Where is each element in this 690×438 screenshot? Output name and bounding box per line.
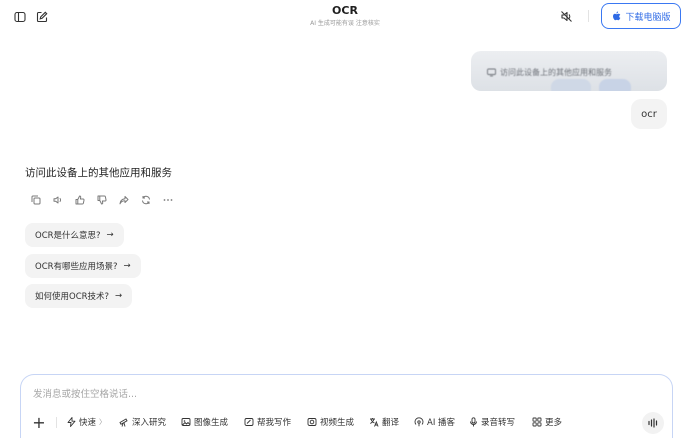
arrow-right-icon: → xyxy=(106,230,114,240)
monitor-icon xyxy=(487,68,496,77)
translate-icon xyxy=(370,418,379,427)
lightning-icon xyxy=(67,417,76,427)
tool-transcription[interactable]: 录音转写 xyxy=(469,412,515,432)
arrow-right-icon: → xyxy=(123,261,131,271)
arrow-right-icon: → xyxy=(115,291,123,301)
image-caption-text: 访问此设备上的其他应用和服务 xyxy=(500,68,612,77)
tool-label: 深入研究 xyxy=(132,418,167,428)
image-caption: 访问此设备上的其他应用和服务 xyxy=(487,67,612,78)
tool-label: 翻译 xyxy=(382,418,400,428)
message-input[interactable]: 发消息或按住空格说话... xyxy=(33,386,137,400)
more-icon xyxy=(163,199,173,201)
tool-translate[interactable]: 翻译 xyxy=(369,412,399,432)
composer-toolbar: + 快速 〉 深入研究 图像生成 帮我写作 视频生成 翻译 AI 播客 录音转写… xyxy=(21,412,672,434)
regenerate-icon xyxy=(142,195,150,205)
suggestion-label: 如何使用OCR技术? xyxy=(35,292,110,302)
message-actions xyxy=(25,193,179,207)
mute-button[interactable] xyxy=(556,6,576,26)
read-aloud-button[interactable] xyxy=(47,193,69,207)
add-attachment-button[interactable]: + xyxy=(31,412,47,432)
tool-deep-research[interactable]: 深入研究 xyxy=(119,412,166,432)
microphone-icon xyxy=(470,417,477,427)
shared-image-content: 访问此设备上的其他应用和服务 xyxy=(471,51,667,91)
tool-ai-podcast[interactable]: AI 播客 xyxy=(414,412,455,432)
header-divider xyxy=(578,6,598,26)
chevron-right-icon: 〉 xyxy=(99,418,107,426)
tool-quick[interactable]: 快速 〉 xyxy=(67,412,106,432)
image-pill-right xyxy=(599,79,631,91)
tool-more[interactable]: 更多 xyxy=(532,412,562,432)
suggestion-chip[interactable]: OCR有哪些应用场景? → xyxy=(25,254,141,278)
like-button[interactable] xyxy=(69,193,91,207)
sound-wave-icon xyxy=(648,418,658,428)
thumbs-up-icon xyxy=(75,195,85,205)
toolbar-divider xyxy=(56,417,57,428)
dislike-button[interactable] xyxy=(91,193,113,207)
share-button[interactable] xyxy=(113,193,135,207)
more-actions-button[interactable] xyxy=(157,193,179,207)
tool-label: AI 播客 xyxy=(427,418,456,428)
image-pill-left xyxy=(551,79,591,91)
speaker-muted-icon xyxy=(560,10,572,22)
suggestion-chip[interactable]: OCR是什么意思? → xyxy=(25,223,124,247)
user-message: ocr xyxy=(631,99,667,129)
tool-label: 快速 xyxy=(79,418,97,428)
apple-icon xyxy=(613,11,621,20)
tool-image-generation[interactable]: 图像生成 xyxy=(181,412,228,432)
grid-icon xyxy=(532,417,542,427)
download-desktop-button[interactable]: 下载电脑版 xyxy=(601,3,681,29)
share-icon xyxy=(119,196,129,205)
shared-image[interactable]: 访问此设备上的其他应用和服务 xyxy=(471,51,667,91)
voice-input-button[interactable] xyxy=(642,412,664,434)
image-icon xyxy=(181,418,191,426)
user-message-text: ocr xyxy=(641,108,657,120)
copy-button[interactable] xyxy=(25,193,47,207)
suggestion-label: OCR有哪些应用场景? xyxy=(35,262,118,272)
tool-label: 图像生成 xyxy=(194,418,229,428)
ai-message: 访问此设备上的其他应用和服务 xyxy=(25,167,172,179)
copy-icon xyxy=(31,195,41,205)
tool-label: 录音转写 xyxy=(481,418,516,428)
tool-label: 更多 xyxy=(545,418,563,428)
telescope-icon xyxy=(119,418,128,427)
thumbs-down-icon xyxy=(97,195,107,205)
chat-window: OCR AI 生成可能有误 注意核实 下载电脑版 访问此设备上的其他应用和服务 xyxy=(0,0,690,438)
suggestion-label: OCR是什么意思? xyxy=(35,231,101,241)
tool-label: 视频生成 xyxy=(320,418,355,428)
pen-icon xyxy=(244,418,254,426)
message-composer[interactable]: 发消息或按住空格说话... + 快速 〉 深入研究 图像生成 帮我写作 视频生成… xyxy=(20,374,673,438)
suggestion-chip[interactable]: 如何使用OCR技术? → xyxy=(25,284,133,308)
podcast-icon xyxy=(414,417,424,427)
speaker-icon xyxy=(53,196,62,204)
download-desktop-label: 下载电脑版 xyxy=(625,12,671,23)
video-icon xyxy=(307,418,317,426)
tool-writing[interactable]: 帮我写作 xyxy=(244,412,291,432)
regenerate-button[interactable] xyxy=(135,193,157,207)
tool-label: 帮我写作 xyxy=(257,418,292,428)
tool-video-generation[interactable]: 视频生成 xyxy=(307,412,354,432)
